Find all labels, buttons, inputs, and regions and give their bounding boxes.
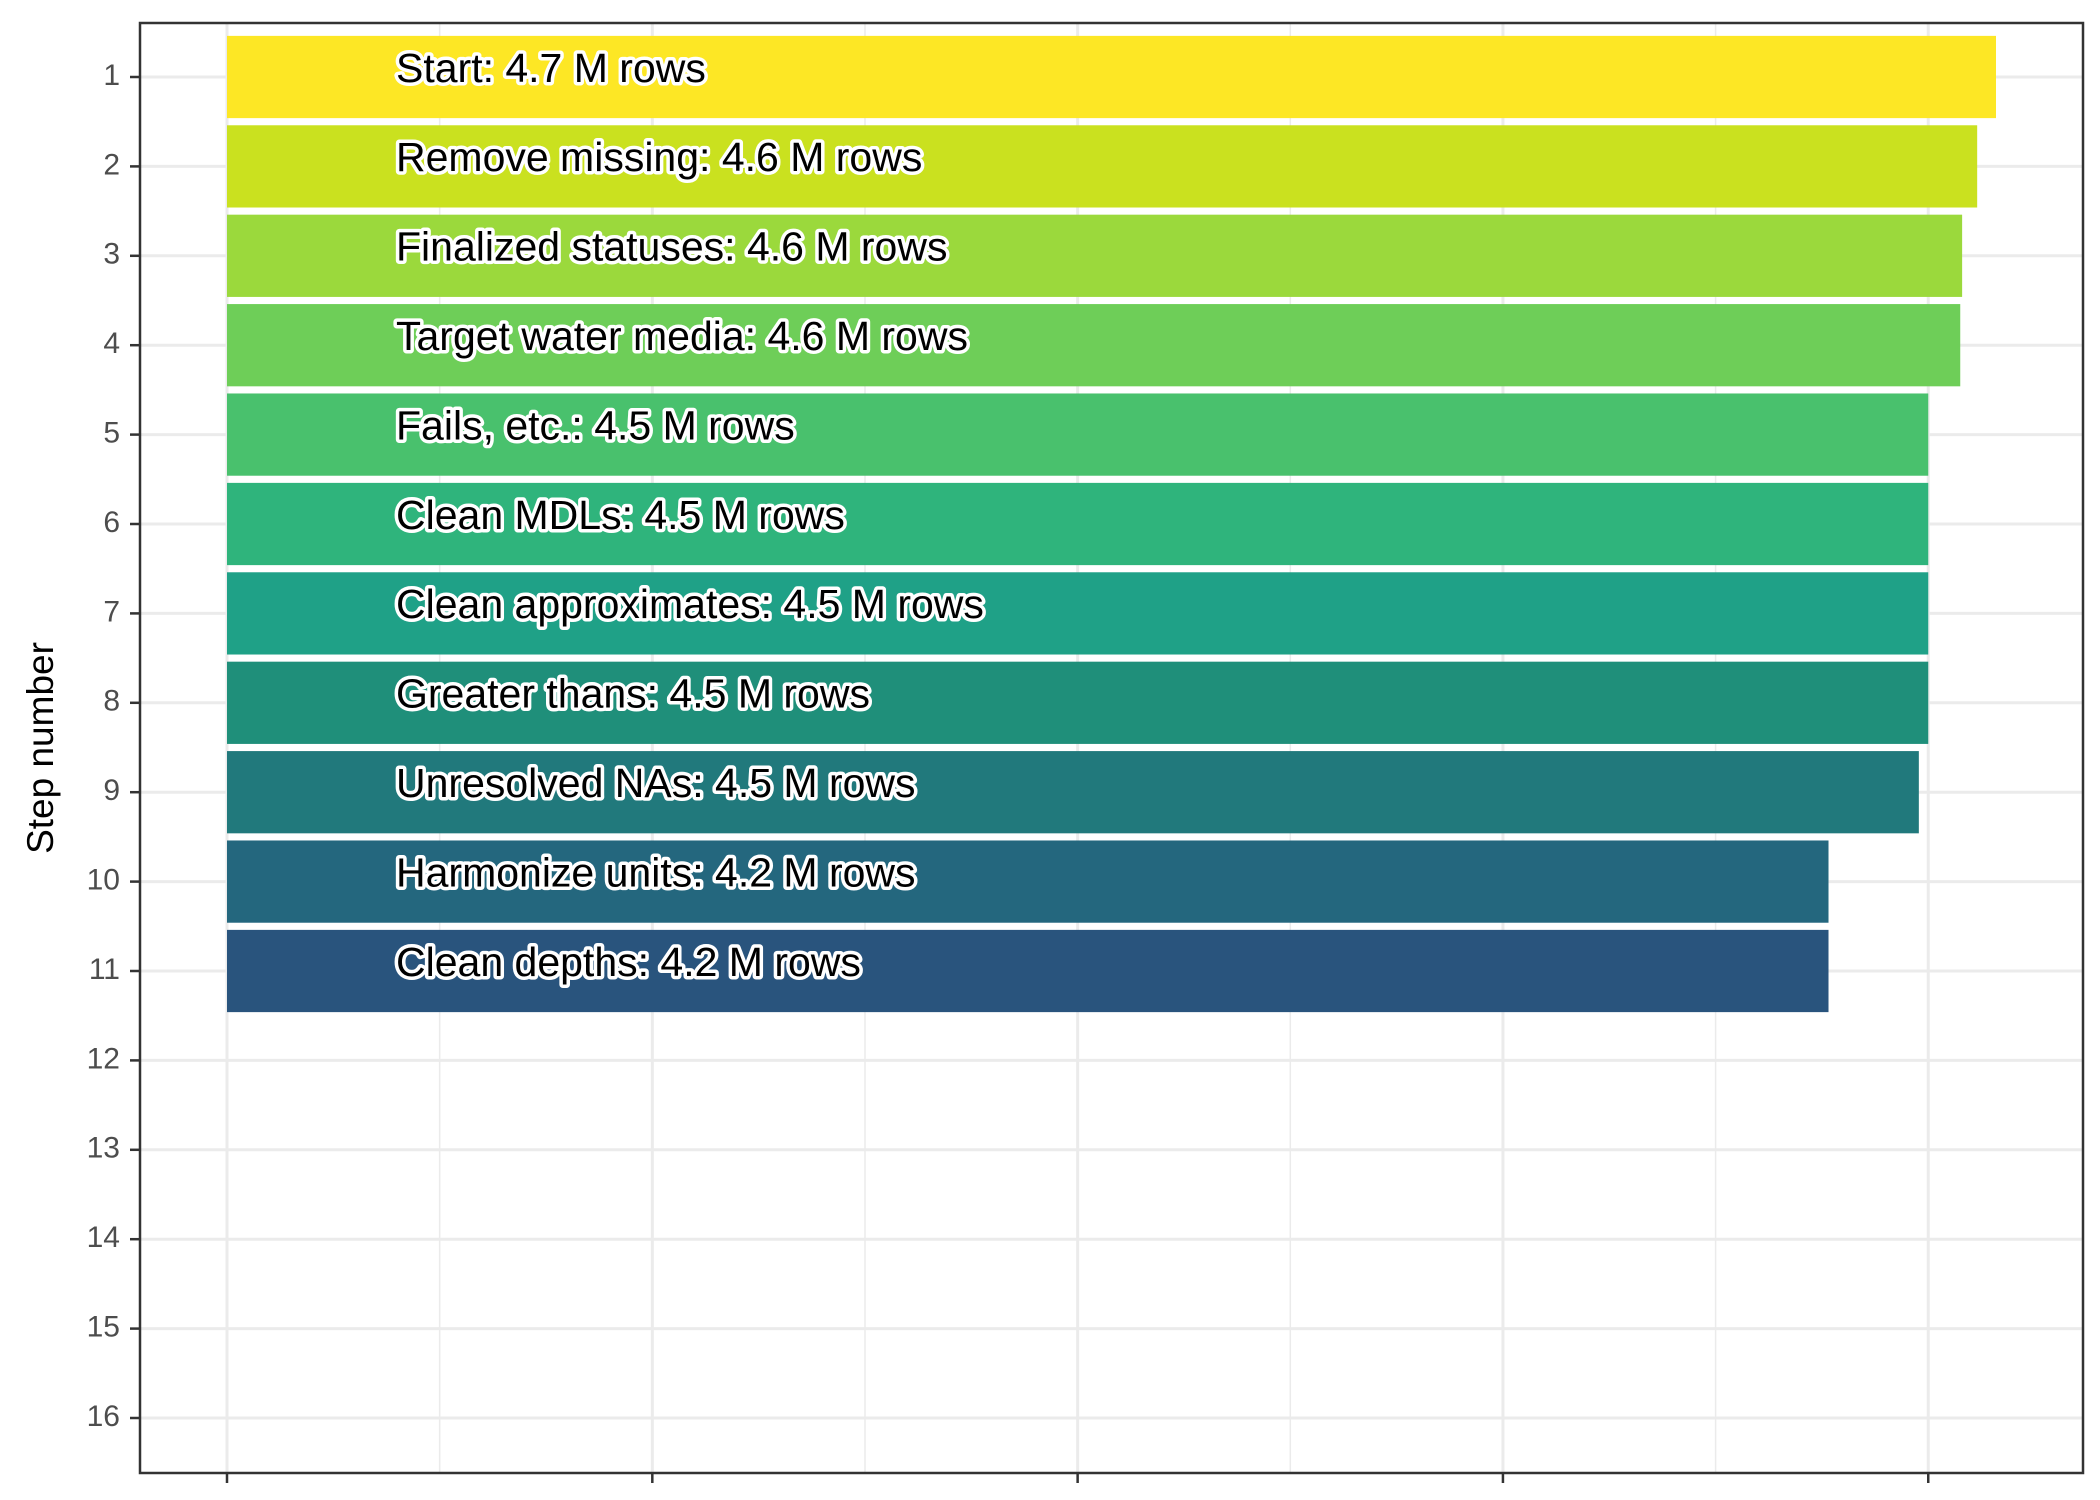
y-tick-label: 10 [87, 864, 120, 897]
bar-label-step-1: Start: 4.7 M rows [396, 45, 706, 91]
bar-label-step-8: Greater thans: 4.5 M rows [396, 671, 870, 717]
y-tick-label: 1 [103, 59, 120, 92]
y-tick-label: 9 [103, 774, 120, 807]
y-tick-label: 2 [103, 148, 120, 181]
bar-label-step-11: Clean depths: 4.2 M rows [396, 939, 861, 985]
y-tick-label: 7 [103, 595, 120, 628]
y-tick-label: 14 [87, 1221, 120, 1254]
y-tick-label: 3 [103, 238, 120, 271]
bar-label-step-9: Unresolved NAs: 4.5 M rows [396, 760, 916, 806]
y-axis-title: Step number [20, 642, 61, 854]
bar-label-step-7: Clean approximates: 4.5 M rows [396, 581, 984, 627]
y-tick-label: 13 [87, 1132, 120, 1165]
bar-label-step-6: Clean MDLs: 4.5 M rows [396, 492, 845, 538]
y-tick-label: 4 [103, 327, 120, 360]
y-tick-label: 16 [87, 1400, 120, 1433]
y-tick-label: 15 [87, 1311, 120, 1344]
y-tick-label: 11 [89, 953, 120, 986]
y-tick-label: 5 [103, 417, 120, 450]
y-tick-label: 8 [103, 685, 120, 718]
bar-label-step-5: Fails, etc.: 4.5 M rows [396, 402, 795, 448]
bar-chart: Start: 4.7 M rows Remove missing: 4.6 M r… [20, 21, 2085, 1483]
y-tick-label: 12 [87, 1042, 120, 1075]
bar-label-step-10: Harmonize units: 4.2 M rows [396, 849, 916, 895]
bar-label-step-4: Target water media: 4.6 M rows [396, 313, 968, 359]
bar-label-step-2: Remove missing: 4.6 M rows [396, 134, 922, 180]
y-tick-label: 6 [103, 506, 120, 539]
bar-label-step-3: Finalized statuses: 4.6 M rows [396, 224, 947, 270]
